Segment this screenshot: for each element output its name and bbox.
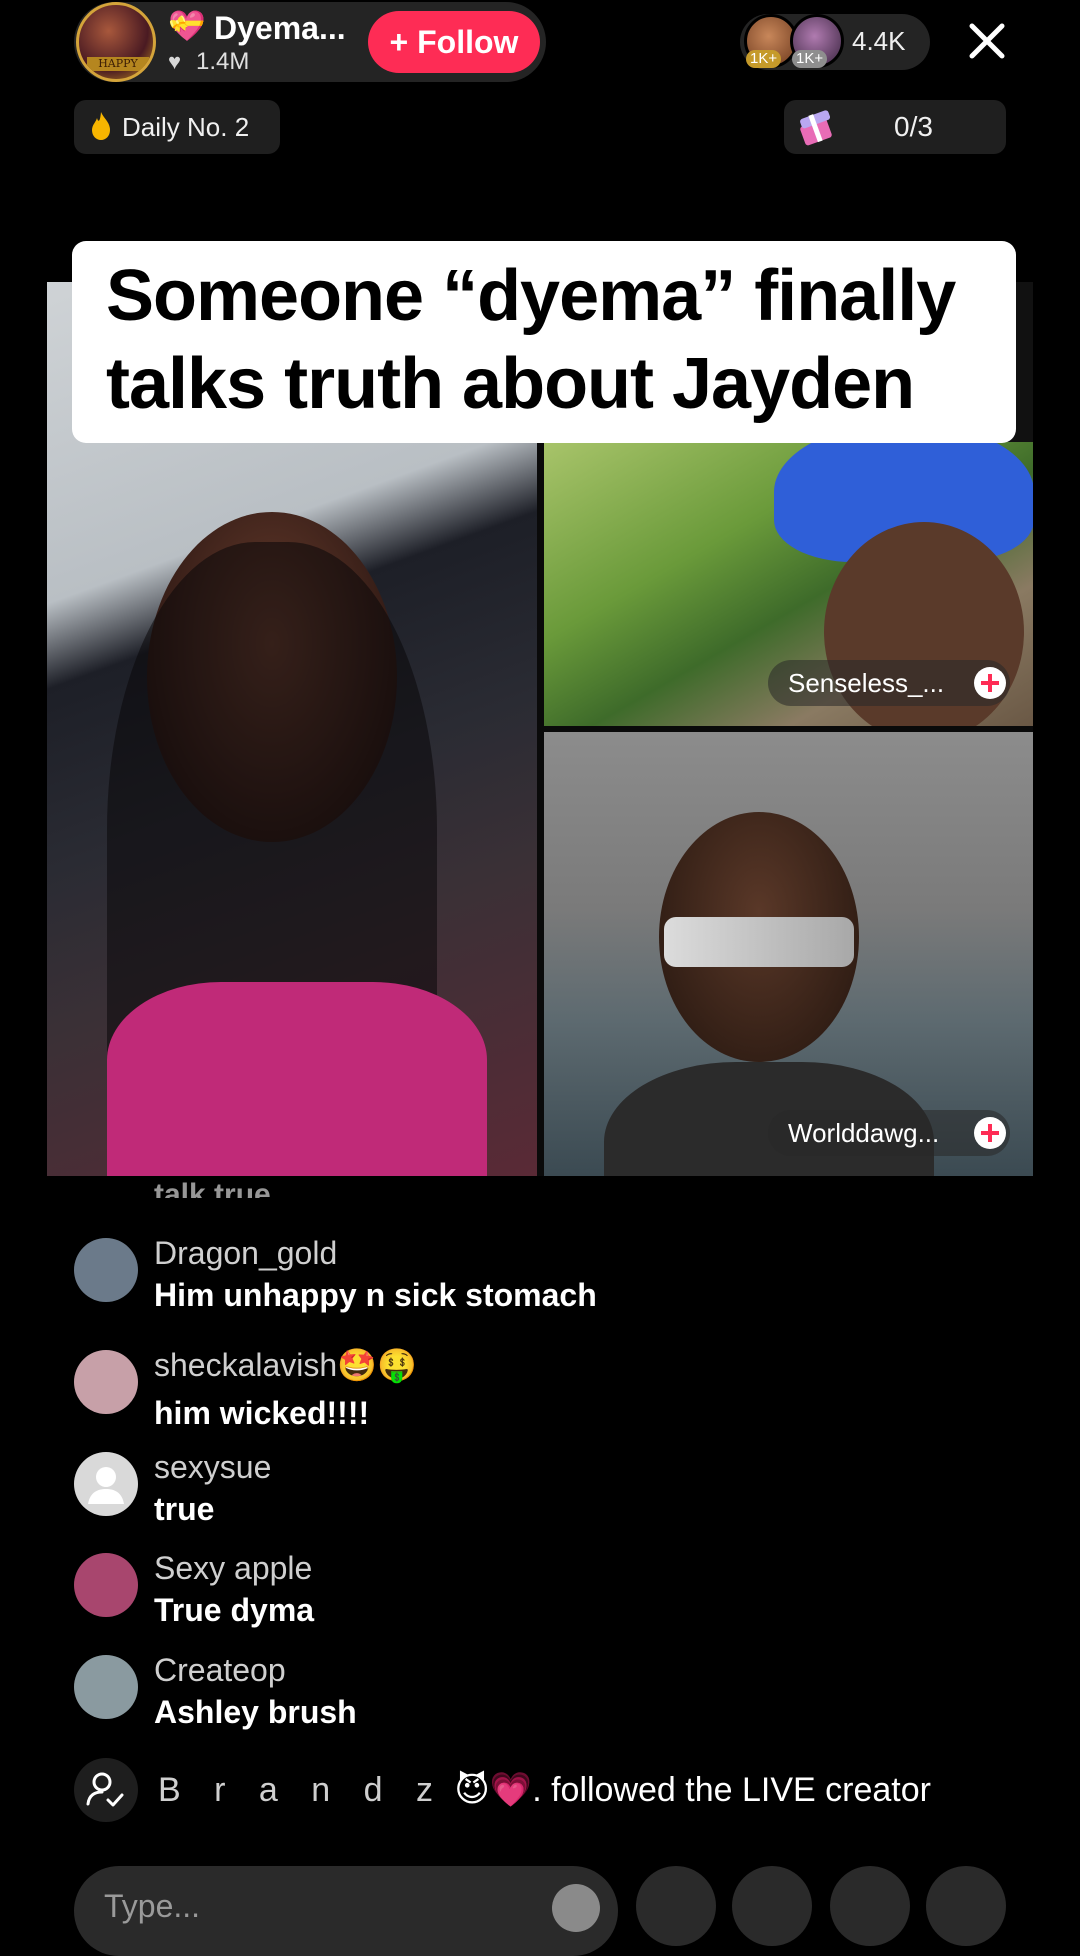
viewer-count: 4.4K [852,26,906,56]
comment-text: him wicked!!!! [154,1395,370,1431]
comment-text: Ashley brush [154,1694,357,1730]
follow-event-row: B r a n d z 😈💗. followed the LIVE creato… [74,1758,1034,1822]
devil-heart-emoji-icon: 😈💗 [454,1771,533,1809]
host-likes-count: 1.4M [196,48,250,75]
gift-icon[interactable] [830,1866,910,1946]
commenter-name-row[interactable]: sheckalavish🤩🤑 [154,1346,417,1384]
host-top [107,982,487,1176]
default-avatar-icon[interactable] [74,1452,138,1516]
user-check-icon [74,1758,138,1822]
caption-line: talks truth about Jayden [106,344,915,424]
sunglasses [664,917,854,967]
commenter-name[interactable]: Createop [154,1651,286,1689]
commenter-name[interactable]: Sexy apple [154,1549,312,1587]
follow-guest-plus-icon[interactable] [974,667,1006,699]
commenter-avatar[interactable] [74,1350,138,1414]
commenter-name[interactable]: sexysue [154,1448,271,1486]
comment-input-placeholder: Type... [104,1888,201,1924]
comment-text: Him unhappy n sick stomach [154,1277,597,1313]
multi-guest-icon[interactable] [636,1866,716,1946]
gift-box-icon [800,110,832,146]
daily-ranking-label: Daily No. 2 [122,112,250,142]
person-icon [88,1467,124,1504]
commenter-avatar[interactable] [74,1238,138,1302]
goal-progress-count: 0/3 [894,111,933,142]
heart-icon: ♥ [168,49,182,74]
viewer-rank-badge: 1K+ [792,50,828,68]
commenter-avatar[interactable] [74,1655,138,1719]
follow-guest-plus-icon[interactable] [974,1117,1006,1149]
comment-text: True dyma [154,1592,315,1628]
follow-button[interactable]: + Follow [368,11,540,73]
host-avatar[interactable]: HAPPY [76,2,156,82]
host-avatar-badge: HAPPY [87,57,149,71]
caption-line: Someone “dyema” finally [106,256,956,336]
share-icon[interactable] [926,1866,1006,1946]
video-caption: Someone “dyema” finally talks truth abou… [72,241,1016,443]
viewer-rank-badge: 1K+ [746,50,782,68]
heart-gift-icon: 💝 [168,10,206,43]
host-name[interactable]: Dyema... [214,10,346,46]
follow-event-user[interactable]: B r a n d z [158,1771,445,1809]
tile-divider [544,726,1033,732]
follow-event-text: B r a n d z 😈💗. followed the LIVE creato… [158,1770,931,1810]
rose-gift-icon[interactable] [732,1866,812,1946]
close-icon[interactable] [962,16,1012,66]
emoji-icon[interactable] [552,1884,600,1932]
previous-comment-text: talk true [154,1180,271,1198]
star-struck-emoji-icon: 🤩 [337,1347,378,1383]
tile-divider [537,442,544,1176]
flame-icon [92,112,110,140]
commenter-avatar[interactable] [74,1553,138,1617]
commenter-name: sheckalavish [154,1347,338,1383]
commenter-name[interactable]: Dragon_gold [154,1234,337,1272]
user-check-icon-svg [86,1772,124,1807]
money-mouth-emoji-icon: 🤑 [377,1347,417,1383]
comment-text: true [154,1491,215,1527]
follow-event-message: . followed the LIVE creator [532,1771,931,1809]
